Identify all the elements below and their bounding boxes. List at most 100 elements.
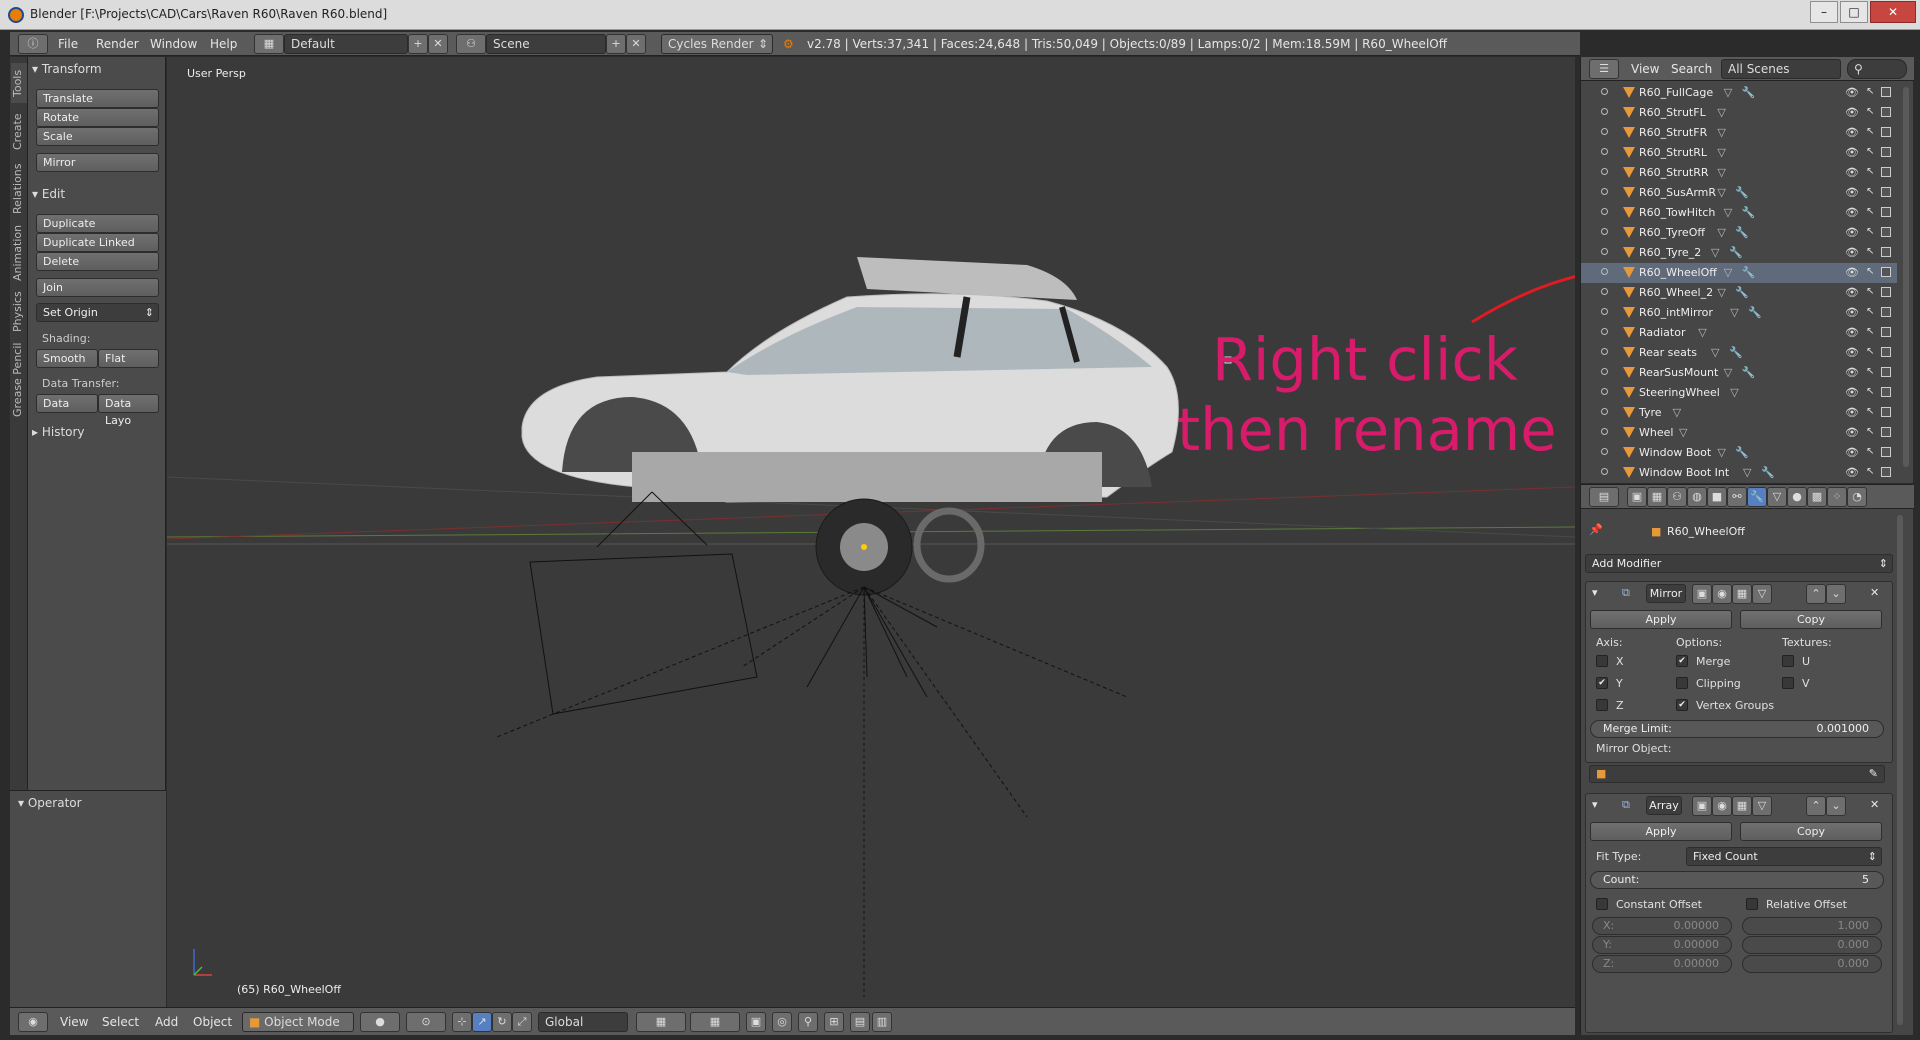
edit-panel-header[interactable]: ▾ Edit	[32, 187, 65, 205]
visibility-eye-icon[interactable]: 👁	[1845, 326, 1859, 339]
tab-relations[interactable]: Relations	[11, 161, 27, 216]
scale-manipulator-icon[interactable]: ⤢	[512, 1012, 532, 1032]
expand-toggle-icon[interactable]	[1601, 88, 1608, 95]
editmode-toggle-icon[interactable]: ▦	[1732, 796, 1752, 816]
selectability-arrow-icon[interactable]: ↖	[1866, 126, 1874, 137]
visibility-eye-icon[interactable]: 👁	[1845, 246, 1859, 259]
outliner-item[interactable]: R60_SusArmR ▽ 🔧 👁 ↖	[1581, 183, 1897, 203]
duplicate-button[interactable]: Duplicate	[36, 214, 159, 233]
select-menu[interactable]: Select	[102, 1012, 139, 1032]
screen-layout-field[interactable]: Default	[284, 34, 408, 54]
render-engine-dropdown[interactable]: Cycles Render ⇕	[661, 34, 773, 54]
visibility-eye-icon[interactable]: 👁	[1845, 146, 1859, 159]
outliner-item[interactable]: RearSusMount ▽ 🔧 👁 ↖	[1581, 363, 1897, 383]
texture-tab-icon[interactable]: ▩	[1807, 487, 1827, 507]
selectability-arrow-icon[interactable]: ↖	[1866, 86, 1874, 97]
constant-offset-y-field[interactable]: Y: 0.00000	[1592, 936, 1732, 954]
collapse-toggle-icon[interactable]: ▾	[1592, 586, 1598, 599]
transform-panel-header[interactable]: ▾ Transform	[32, 62, 102, 80]
array-apply-button[interactable]: Apply	[1590, 822, 1732, 841]
menu-window[interactable]: Window	[150, 34, 197, 54]
data-layout-button[interactable]: Data Layo	[98, 394, 159, 427]
render-camera-icon[interactable]	[1881, 467, 1891, 477]
array-modifier-name[interactable]: Array	[1646, 796, 1682, 815]
remove-modifier-icon[interactable]: ✕	[1870, 798, 1879, 811]
expand-toggle-icon[interactable]	[1601, 308, 1608, 315]
remove-scene-icon[interactable]: ✕	[626, 34, 646, 54]
car-model[interactable]	[521, 257, 1179, 503]
rotate-manipulator-icon[interactable]: ↻	[492, 1012, 512, 1032]
count-field[interactable]: Count: 5	[1590, 871, 1884, 889]
scene-field[interactable]: Scene	[486, 34, 606, 54]
render-layers-tab-icon[interactable]: ▦	[1647, 487, 1667, 507]
merge-limit-field[interactable]: Merge Limit: 0.001000	[1590, 720, 1884, 738]
set-origin-dropdown[interactable]: Set Origin ⇕	[36, 303, 159, 322]
add-modifier-dropdown[interactable]: Add Modifier ⇕	[1585, 554, 1893, 573]
visibility-eye-icon[interactable]: 👁	[1845, 466, 1859, 479]
collapse-toggle-icon[interactable]: ▾	[1592, 798, 1598, 811]
outliner-search-input[interactable]: ⚲	[1847, 59, 1907, 79]
mirror-button[interactable]: Mirror	[36, 153, 159, 172]
3d-viewport[interactable]: User Persp Right click then rename (65) …	[167, 57, 1575, 1007]
translate-button[interactable]: Translate	[36, 89, 159, 108]
screen-layout-icon[interactable]: ▦	[254, 34, 284, 54]
move-up-icon[interactable]: ⌃	[1806, 796, 1826, 816]
add-layout-icon[interactable]: +	[408, 34, 428, 54]
render-camera-icon[interactable]	[1881, 247, 1891, 257]
outliner-item[interactable]: R60_StrutFR ▽ 👁 ↖	[1581, 123, 1897, 143]
menu-render[interactable]: Render	[96, 34, 139, 54]
viewport-toggle-icon[interactable]: ◉	[1712, 796, 1732, 816]
render-camera-icon[interactable]	[1881, 87, 1891, 97]
selectability-arrow-icon[interactable]: ↖	[1866, 446, 1874, 457]
visibility-eye-icon[interactable]: 👁	[1845, 166, 1859, 179]
outliner-item[interactable]: Rear seats ▽ 🔧 👁 ↖	[1581, 343, 1897, 363]
outliner-item[interactable]: R60_TowHitch ▽ 🔧 👁 ↖	[1581, 203, 1897, 223]
render-toggle-icon[interactable]: ▣	[1692, 584, 1712, 604]
mirror-apply-button[interactable]: Apply	[1590, 610, 1732, 629]
history-panel-header[interactable]: ▸ History	[32, 425, 85, 443]
data-tab-icon[interactable]: ▽	[1767, 487, 1787, 507]
view-menu[interactable]: View	[60, 1012, 88, 1032]
render-camera-icon[interactable]	[1881, 187, 1891, 197]
outliner-search-menu[interactable]: Search	[1671, 59, 1712, 79]
expand-toggle-icon[interactable]	[1601, 388, 1608, 395]
outliner-item[interactable]: R60_TyreOff ▽ 🔧 👁 ↖	[1581, 223, 1897, 243]
data-transfer-button[interactable]: Data	[36, 394, 98, 413]
particles-tab-icon[interactable]: ⁘	[1827, 487, 1847, 507]
array-copy-button[interactable]: Copy	[1740, 822, 1882, 841]
maximize-button[interactable]: □	[1840, 1, 1868, 23]
clipping-checkbox[interactable]	[1676, 677, 1688, 689]
selectability-arrow-icon[interactable]: ↖	[1866, 206, 1874, 217]
add-scene-icon[interactable]: +	[606, 34, 626, 54]
selectability-arrow-icon[interactable]: ↖	[1866, 346, 1874, 357]
orientation-dropdown[interactable]: Global	[538, 1012, 628, 1032]
render-camera-icon[interactable]	[1881, 207, 1891, 217]
render-camera-icon[interactable]	[1881, 167, 1891, 177]
render-camera-icon[interactable]	[1881, 327, 1891, 337]
selectability-arrow-icon[interactable]: ↖	[1866, 226, 1874, 237]
selectability-arrow-icon[interactable]: ↖	[1866, 186, 1874, 197]
outliner-item[interactable]: Radiator ▽ 👁 ↖	[1581, 323, 1897, 343]
layers-icon[interactable]: ▦	[636, 1012, 686, 1032]
visibility-eye-icon[interactable]: 👁	[1845, 446, 1859, 459]
selectability-arrow-icon[interactable]: ↖	[1866, 306, 1874, 317]
world-tab-icon[interactable]: ◍	[1687, 487, 1707, 507]
outliner-item[interactable]: R60_Tyre_2 ▽ 🔧 👁 ↖	[1581, 243, 1897, 263]
expand-toggle-icon[interactable]	[1601, 328, 1608, 335]
constant-offset-checkbox[interactable]	[1596, 898, 1608, 910]
render-camera-icon[interactable]	[1881, 367, 1891, 377]
merge-checkbox[interactable]: ✔	[1676, 655, 1688, 667]
pin-icon[interactable]: 📌	[1589, 523, 1603, 536]
visibility-eye-icon[interactable]: 👁	[1845, 406, 1859, 419]
constraints-tab-icon[interactable]: ⚯	[1727, 487, 1747, 507]
constant-offset-z-field[interactable]: Z: 0.00000	[1592, 955, 1732, 973]
material-tab-icon[interactable]: ●	[1787, 487, 1807, 507]
outliner-item[interactable]: Wheel ▽ 👁 ↖	[1581, 423, 1897, 443]
selectability-arrow-icon[interactable]: ↖	[1866, 386, 1874, 397]
selectability-arrow-icon[interactable]: ↖	[1866, 146, 1874, 157]
outliner-item[interactable]: Window Boot Int ▽ 🔧 👁 ↖	[1581, 463, 1897, 483]
editor-type-info-icon[interactable]: ⓘ	[18, 34, 48, 54]
visibility-eye-icon[interactable]: 👁	[1845, 266, 1859, 279]
selectability-arrow-icon[interactable]: ↖	[1866, 246, 1874, 257]
duplicate-linked-button[interactable]: Duplicate Linked	[36, 233, 159, 252]
